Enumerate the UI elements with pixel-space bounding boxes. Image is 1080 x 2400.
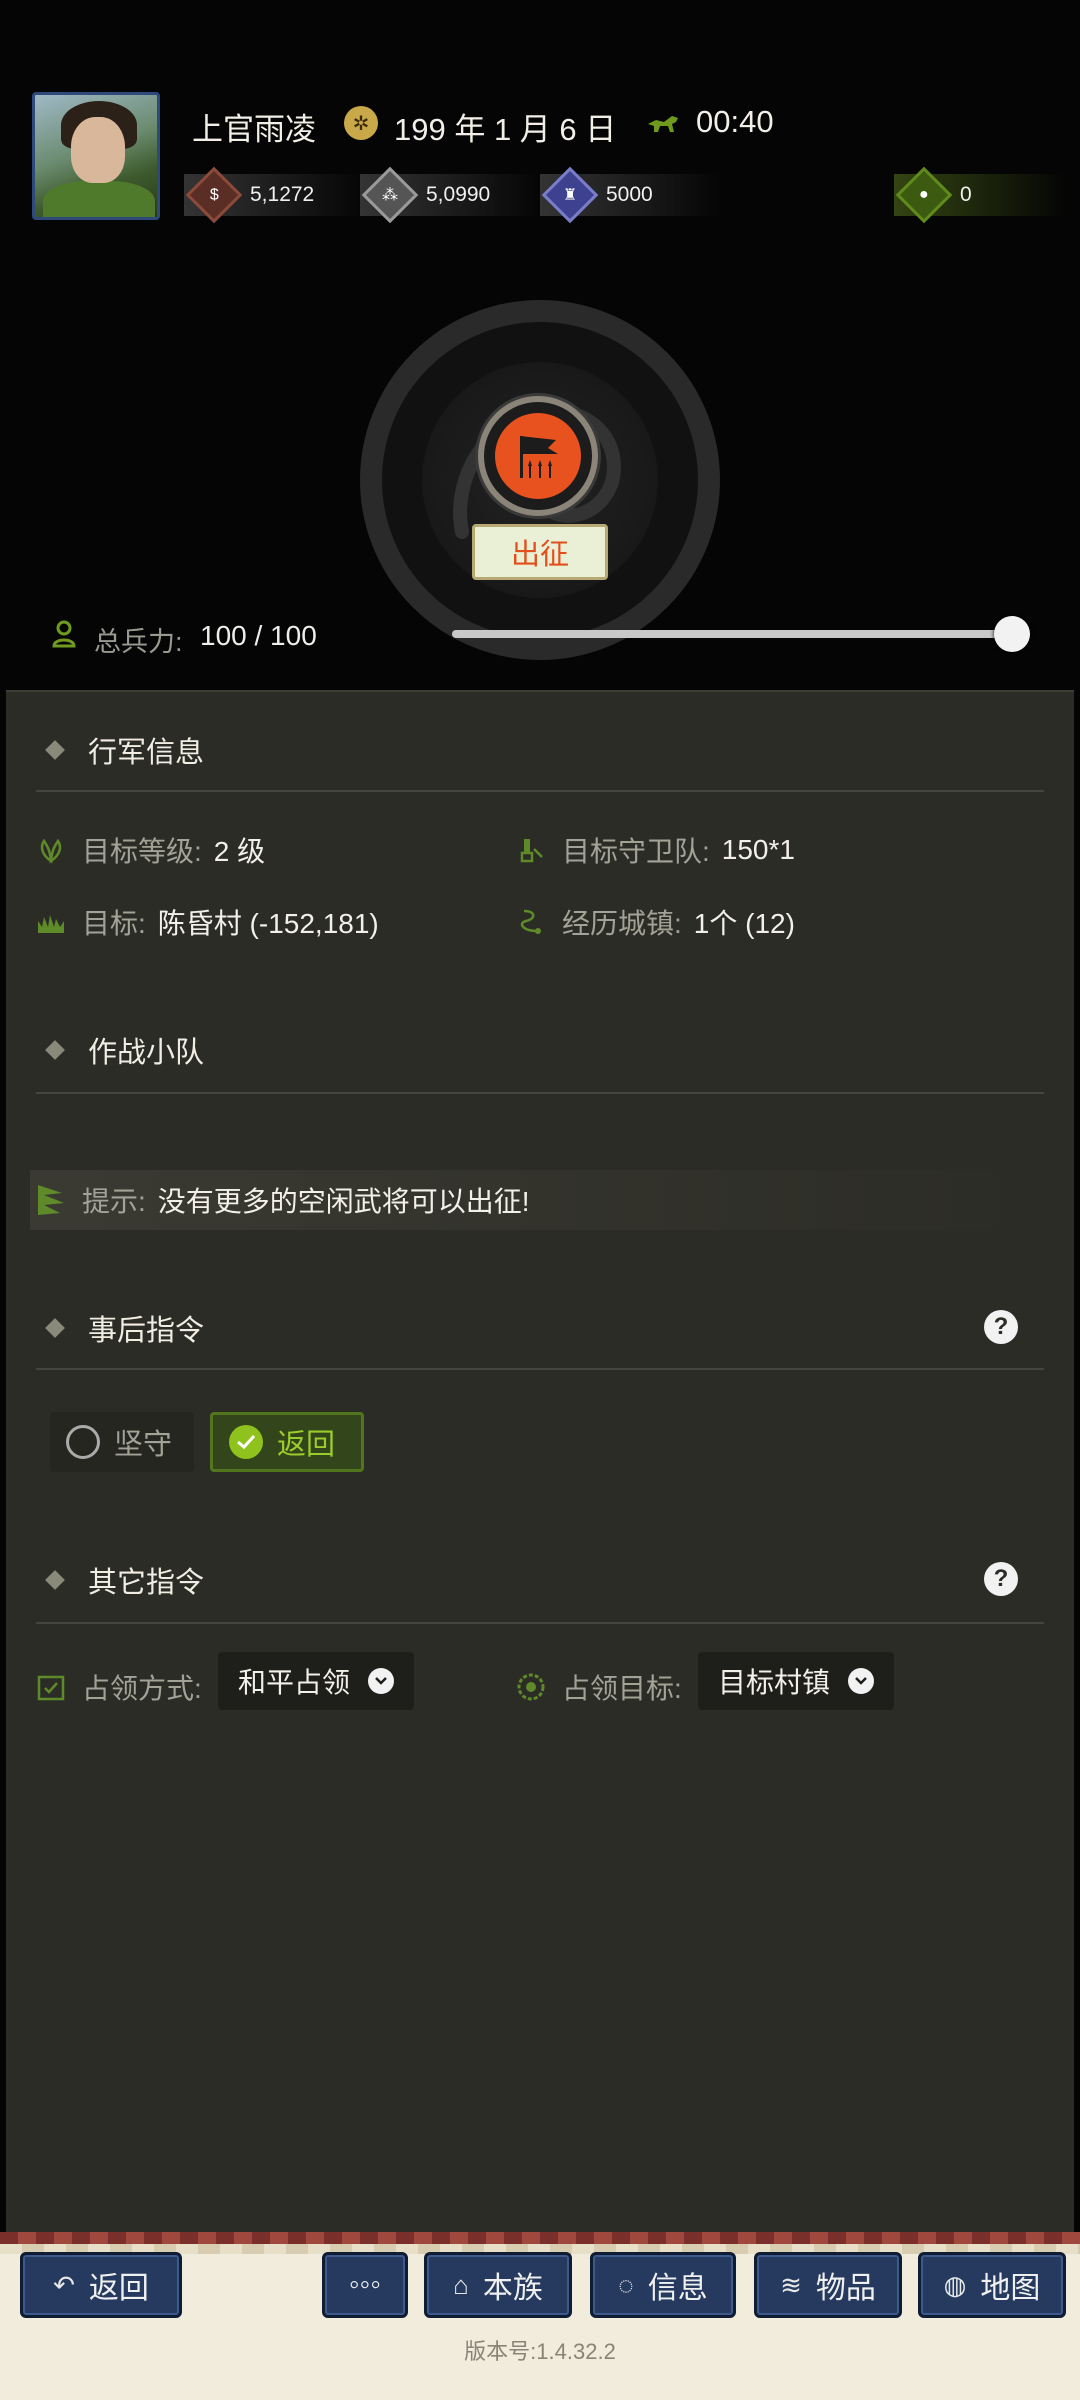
section-title: 作战小队	[88, 1037, 205, 1069]
occupy-target-row: 占领目标:	[516, 1658, 682, 1716]
person-icon	[52, 620, 76, 648]
resource-grain-value: 5,0990	[426, 183, 491, 206]
pouch-icon: ●	[895, 166, 953, 224]
check-circle-icon	[229, 1425, 263, 1459]
target-seal-icon	[517, 1673, 545, 1701]
grain-icon: ⁂	[361, 166, 419, 224]
more-button[interactable]: ◦◦◦	[322, 2252, 408, 2318]
player-name: 上官雨凌	[192, 112, 316, 147]
march-button-label[interactable]: 出征	[472, 524, 608, 580]
resource-soldier-value: 5000	[606, 183, 653, 206]
target-row: 目标: 陈昏村 (-152,181)	[36, 900, 379, 944]
items-button[interactable]: ≋ 物品	[754, 2252, 902, 2318]
calendar-seal-icon: ✲	[344, 106, 378, 140]
resource-soldier[interactable]: ♜ 5000	[540, 166, 720, 224]
section-squad: 作战小队	[36, 1028, 204, 1072]
chat-bubble-icon: ◌	[618, 2269, 634, 2300]
calendar-check-icon	[37, 1675, 65, 1701]
march-button[interactable]	[478, 396, 598, 516]
more-icon: ◦◦◦	[349, 2268, 381, 2301]
divider	[36, 1368, 1044, 1370]
occupy-target-select[interactable]: 目标村镇	[698, 1652, 895, 1710]
occupy-mode-select[interactable]: 和平占领	[218, 1652, 415, 1710]
route-icon	[520, 909, 541, 934]
grass-icon	[38, 915, 64, 933]
coin-icon: $	[185, 166, 243, 224]
hint-bar: 提示: 没有更多的空闲武将可以出征!	[30, 1170, 1044, 1230]
resource-pouch-value: 0	[960, 183, 972, 206]
info-button[interactable]: ◌ 信息	[590, 2252, 736, 2318]
troop-slider-thumb[interactable]	[994, 616, 1030, 652]
troop-label: 总兵力:	[94, 627, 183, 657]
clan-button[interactable]: ⌂ 本族	[424, 2252, 572, 2318]
resource-coin-value: 5,1272	[250, 183, 315, 206]
resource-grain[interactable]: ⁂ 5,0990	[360, 166, 540, 224]
help-icon[interactable]: ?	[984, 1310, 1018, 1344]
section-title: 其它指令	[88, 1567, 205, 1599]
option-return[interactable]: 返回	[210, 1412, 364, 1472]
hint-text: 没有更多的空闲武将可以出征!	[157, 1186, 530, 1217]
player-avatar[interactable]	[32, 92, 160, 220]
section-march-info: 行军信息	[36, 728, 204, 772]
horse-icon	[646, 110, 682, 136]
clan-icon: ⌂	[453, 2269, 469, 2300]
target-guard-row: 目标守卫队: 150*1	[516, 828, 795, 872]
leaf-icon	[40, 838, 62, 864]
divider	[36, 790, 1044, 792]
chevron-down-icon	[848, 1668, 875, 1694]
section-title: 行军信息	[88, 737, 205, 769]
banner-icon	[38, 1185, 64, 1215]
target-level-row: 目标等级: 2 级	[36, 828, 265, 872]
resource-coin[interactable]: $ 5,1272	[184, 166, 364, 224]
divider	[36, 1092, 1044, 1094]
section-other-orders: 其它指令	[36, 1558, 204, 1602]
help-icon[interactable]: ?	[984, 1562, 1018, 1596]
section-title: 事后指令	[88, 1315, 205, 1347]
option-hold[interactable]: 坚守	[50, 1412, 194, 1472]
troop-slider[interactable]	[452, 616, 1030, 652]
map-button[interactable]: ◍ 地图	[918, 2252, 1066, 2318]
troop-value: 100 / 100	[200, 620, 317, 651]
radio-unchecked-icon	[66, 1425, 100, 1459]
divider	[36, 1622, 1044, 1624]
undo-arrow-icon: ↶	[53, 2269, 75, 2300]
occupy-mode-row: 占领方式:	[36, 1658, 202, 1716]
game-date: 199 年 1 月 6 日	[394, 112, 617, 147]
section-after-orders: 事后指令	[36, 1306, 204, 1350]
soldier-icon: ♜	[541, 166, 599, 224]
game-time: 00:40	[696, 104, 774, 139]
guard-icon	[520, 839, 543, 863]
resource-pouch[interactable]: ● 0	[894, 166, 1064, 224]
back-button[interactable]: ↶ 返回	[20, 2252, 182, 2318]
globe-icon: ◍	[943, 2269, 967, 2300]
treasure-icon: ≋	[780, 2269, 802, 2300]
battle-flag-icon	[495, 413, 581, 499]
hint-label: 提示:	[82, 1186, 146, 1217]
towns-row: 经历城镇: 1个 (12)	[516, 900, 795, 944]
troop-slider-fill	[452, 630, 1012, 638]
chevron-down-icon	[368, 1668, 395, 1694]
version-label: 版本号:1.4.32.2	[464, 2339, 616, 2364]
